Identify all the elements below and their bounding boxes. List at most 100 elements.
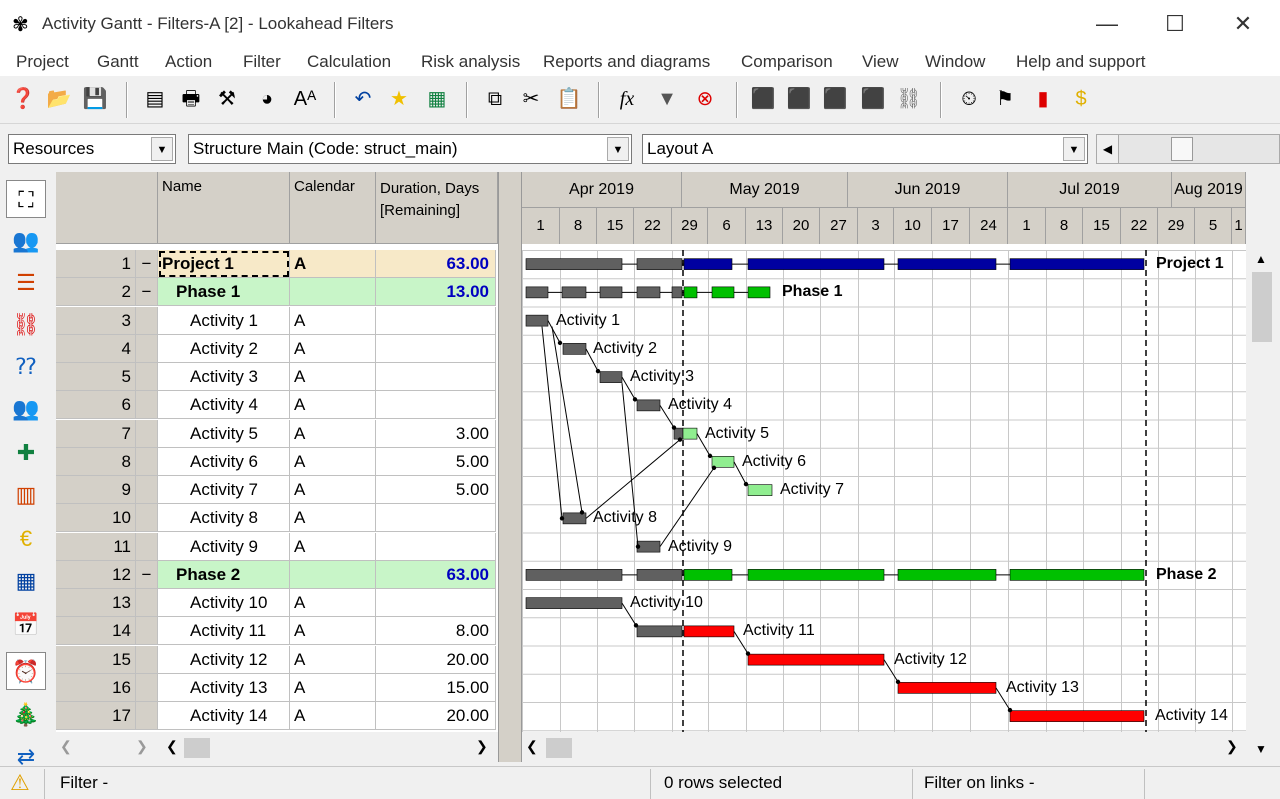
row-number[interactable]: 10: [56, 504, 136, 533]
chevron-down-icon[interactable]: ▼: [607, 137, 629, 161]
duration-cell[interactable]: 63.00: [376, 560, 496, 589]
menu-window[interactable]: Window: [925, 52, 985, 72]
table-row[interactable]: 14 Activity 11 A 8.00: [56, 617, 498, 646]
column-header-name[interactable]: Name: [158, 172, 290, 244]
column-header-duration[interactable]: Duration, Days [Remaining]: [376, 172, 498, 244]
duration-cell[interactable]: [376, 504, 496, 533]
duration-cell[interactable]: [376, 532, 496, 561]
table-row[interactable]: 4 Activity 2A: [56, 334, 498, 363]
table-row[interactable]: 9 Activity 7 A 5.00: [56, 476, 498, 504]
expand-toggle[interactable]: [136, 306, 158, 335]
chevron-down-icon[interactable]: ▼: [151, 137, 173, 161]
table-row[interactable]: 1− Project 1 A 63.00: [56, 250, 498, 278]
layout-combo[interactable]: Layout A ▼: [642, 134, 1088, 164]
table-row[interactable]: 12− Phase 2 63.00: [56, 560, 498, 589]
level-icon[interactable]: ▮: [1028, 84, 1058, 114]
table-row[interactable]: 7 Activity 5 A 3.00: [56, 419, 498, 448]
schedule-icon[interactable]: ⏲: [954, 84, 984, 114]
row-number[interactable]: 17: [56, 702, 136, 730]
table-row[interactable]: 6 Activity 4A: [56, 391, 498, 420]
maximize-button[interactable]: ☐: [1152, 8, 1198, 40]
team-icon[interactable]: 👥: [6, 390, 46, 428]
table-row[interactable]: 3 Activity 1A: [56, 306, 498, 335]
calendar-cell[interactable]: A: [290, 334, 376, 363]
table-row[interactable]: 8 Activity 6 A 5.00: [56, 447, 498, 476]
chevron-left-icon[interactable]: ❮: [60, 738, 72, 755]
menu-help-and-support[interactable]: Help and support: [1016, 52, 1145, 72]
expand-toggle[interactable]: [136, 334, 158, 363]
expand-toggle[interactable]: [136, 504, 158, 533]
chevron-down-icon[interactable]: ▼: [1063, 137, 1085, 161]
tools-icon[interactable]: ⚒: [212, 84, 242, 114]
structure-view-icon[interactable]: ☰: [6, 264, 46, 302]
expand-toggle[interactable]: −: [136, 250, 158, 278]
expand-toggle[interactable]: [136, 391, 158, 420]
duration-cell[interactable]: 5.00: [376, 476, 496, 504]
calendar-cell[interactable]: A: [290, 447, 376, 476]
duration-cell[interactable]: 3.00: [376, 419, 496, 448]
help-icon[interactable]: ❓: [8, 84, 38, 114]
row-number[interactable]: 12: [56, 560, 136, 589]
paste-icon[interactable]: 📋: [554, 84, 584, 114]
name-cell[interactable]: Activity 12: [158, 645, 290, 674]
expand-toggle[interactable]: [136, 673, 158, 702]
gantt-view-icon[interactable]: ⛶: [6, 180, 46, 218]
menu-risk-analysis[interactable]: Risk analysis: [421, 52, 520, 72]
duration-cell[interactable]: 15.00: [376, 673, 496, 702]
calendar-cell[interactable]: A: [290, 532, 376, 561]
name-cell[interactable]: Activity 3: [158, 363, 290, 391]
row-number[interactable]: 2: [56, 278, 136, 307]
menu-project[interactable]: Project: [16, 52, 69, 72]
splitter[interactable]: [498, 172, 522, 762]
expand-toggle[interactable]: [136, 532, 158, 561]
print-icon[interactable]: 🖶: [176, 84, 206, 114]
expand-toggle[interactable]: −: [136, 278, 158, 307]
name-cell[interactable]: Phase 1: [158, 278, 290, 307]
table-row[interactable]: 10 Activity 8A: [56, 504, 498, 533]
zoom-slider[interactable]: ◀: [1096, 134, 1280, 164]
resources-combo[interactable]: Resources ▼: [8, 134, 176, 164]
table-row[interactable]: 11 Activity 9A: [56, 532, 498, 561]
scroll-thumb[interactable]: [1252, 272, 1272, 342]
duration-cell[interactable]: [376, 306, 496, 335]
clear-filter-icon[interactable]: ⊗: [690, 84, 720, 114]
table-row[interactable]: 15 Activity 12 A 20.00: [56, 645, 498, 674]
name-cell[interactable]: Activity 4: [158, 391, 290, 420]
filter-icon[interactable]: ▼: [652, 84, 682, 114]
duration-cell[interactable]: 20.00: [376, 702, 496, 730]
assign-icon[interactable]: ⚑: [990, 84, 1020, 114]
menu-calculation[interactable]: Calculation: [307, 52, 391, 72]
save-icon[interactable]: 💾: [80, 84, 110, 114]
duration-cell[interactable]: 8.00: [376, 617, 496, 646]
chevron-right-icon[interactable]: ❯: [1226, 738, 1238, 755]
structure-combo[interactable]: Structure Main (Code: struct_main) ▼: [188, 134, 632, 164]
currency-icon[interactable]: €: [6, 520, 46, 558]
expand-toggle[interactable]: [136, 617, 158, 646]
calendar-cell[interactable]: A: [290, 617, 376, 646]
row-number[interactable]: 11: [56, 532, 136, 561]
minimize-button[interactable]: —: [1084, 8, 1130, 40]
tree-icon[interactable]: 🎄: [6, 696, 46, 734]
row-number[interactable]: 16: [56, 673, 136, 702]
resource-query-icon[interactable]: ⁇: [6, 348, 46, 386]
chevron-right-icon[interactable]: ❯: [476, 738, 488, 755]
link-icon[interactable]: ⛓: [894, 84, 924, 114]
cut-icon[interactable]: ✂: [516, 84, 546, 114]
chevron-right-icon[interactable]: ❯: [136, 738, 148, 755]
copy-icon[interactable]: ⧉: [480, 84, 510, 114]
expand-toggle[interactable]: [136, 702, 158, 730]
calendar-cell[interactable]: A: [290, 476, 376, 504]
row-number[interactable]: 7: [56, 419, 136, 448]
menu-view[interactable]: View: [862, 52, 899, 72]
cost-table-icon[interactable]: ▦: [6, 562, 46, 600]
resource-material-icon[interactable]: ⬛: [820, 84, 850, 114]
chevron-up-icon[interactable]: ▲: [1255, 252, 1267, 266]
scroll-thumb[interactable]: [546, 738, 572, 758]
close-button[interactable]: ✕: [1220, 8, 1266, 40]
calendar-cell[interactable]: [290, 278, 376, 307]
name-cell[interactable]: Project 1: [158, 250, 290, 278]
calendar-cell[interactable]: A: [290, 306, 376, 335]
expand-toggle[interactable]: [136, 645, 158, 674]
table-icon[interactable]: ▤: [140, 84, 170, 114]
expand-toggle[interactable]: [136, 589, 158, 617]
